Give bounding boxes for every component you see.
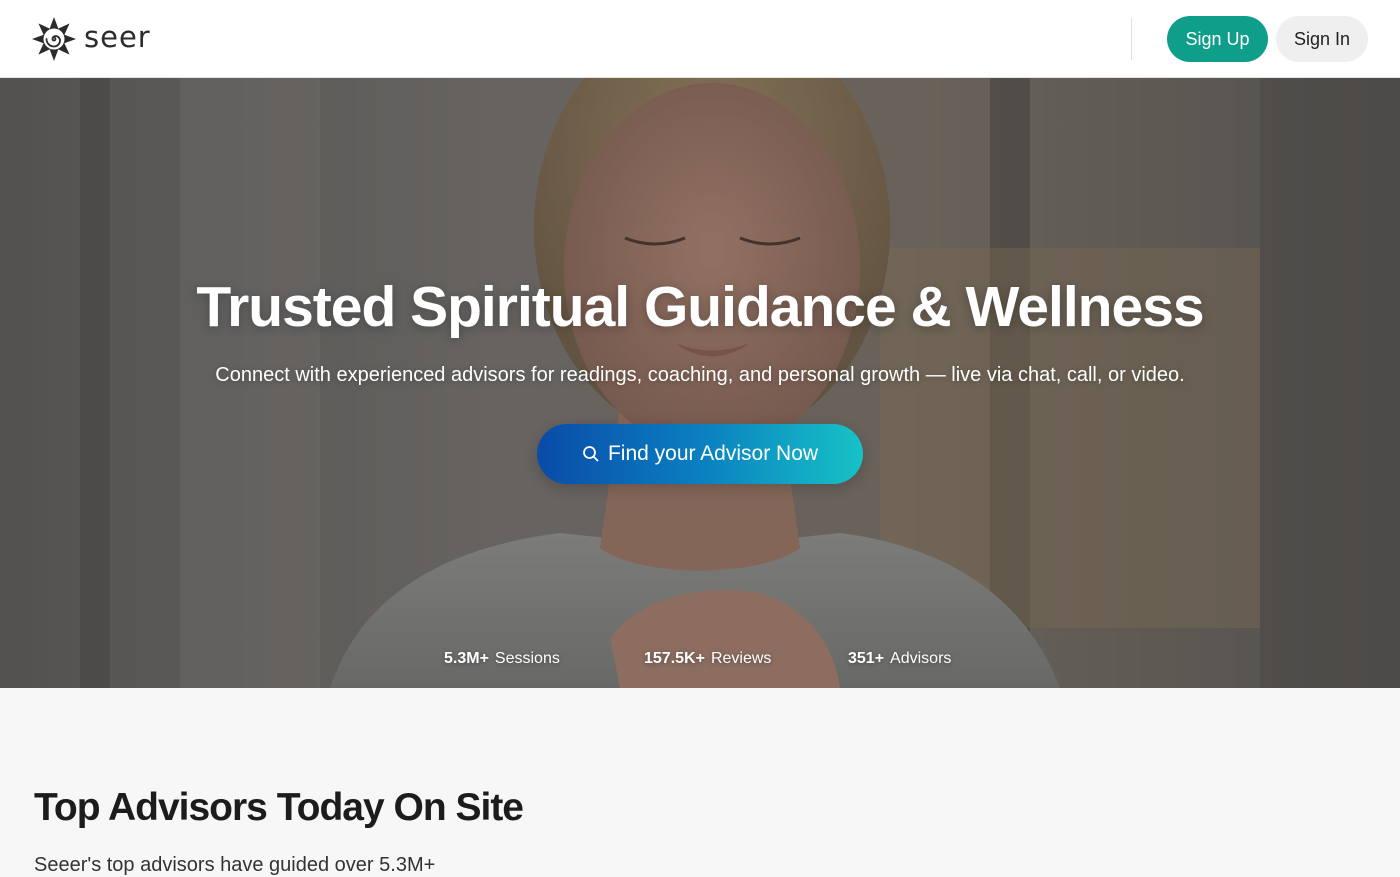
- stat-label: Sessions: [494, 650, 560, 667]
- stat-value: 5.3M+: [444, 650, 489, 667]
- hero-stats: 5.3M+ Sessions 157.5K+ Reviews 351+ Advisor…: [0, 650, 1400, 670]
- sign-up-button[interactable]: Sign Up: [1167, 16, 1268, 62]
- site-header: seer Sign Up Sign In: [0, 0, 1400, 78]
- find-advisor-button[interactable]: Find your Advisor Now: [537, 424, 863, 484]
- stat-label: Reviews: [710, 650, 772, 667]
- section-description: Seeer's top advisors have guided over 5.…: [34, 854, 436, 876]
- stat-value: 351+: [848, 650, 885, 667]
- logo-text: seer: [84, 20, 151, 54]
- header-divider: [1131, 18, 1132, 60]
- logo-star-icon: [32, 17, 76, 61]
- logo-link[interactable]: seer: [30, 14, 151, 64]
- hero-subtitle: Connect with experienced advisors for re…: [215, 364, 1185, 386]
- stat-reviews: 157.5K+ Reviews: [644, 650, 771, 668]
- section-title: Top Advisors Today On Site: [34, 786, 524, 829]
- stat-sessions: 5.3M+ Sessions: [444, 650, 560, 668]
- top-advisors-section: Top Advisors Today On Site Seeer's top a…: [0, 688, 1400, 876]
- sign-in-button[interactable]: Sign In: [1276, 16, 1368, 62]
- search-icon: [583, 446, 599, 462]
- hero-title: Trusted Spiritual Guidance & Wellness: [196, 275, 1204, 339]
- hero-banner: Trusted Spiritual Guidance & Wellness Co…: [0, 78, 1400, 688]
- stat-label: Advisors: [890, 650, 952, 667]
- stat-advisors: 351+ Advisors: [848, 650, 951, 668]
- stat-value: 157.5K+: [644, 650, 705, 667]
- find-advisor-label: Find your Advisor Now: [607, 442, 819, 465]
